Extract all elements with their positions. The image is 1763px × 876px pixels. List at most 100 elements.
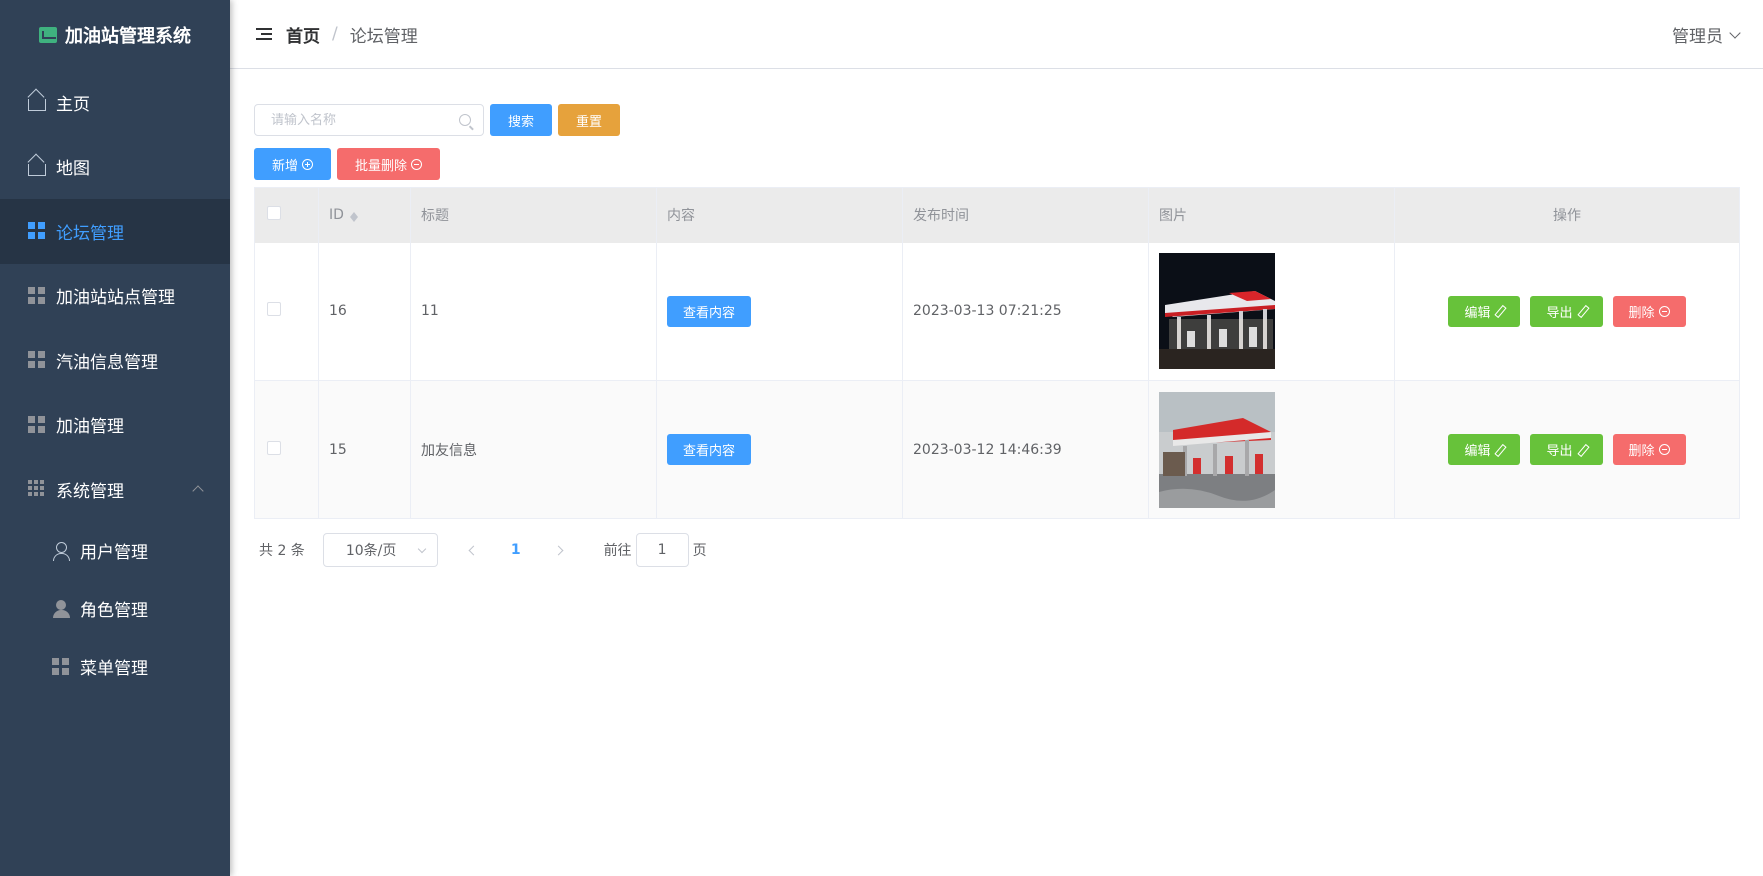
sidebar-subitem-roles[interactable]: 角色管理 [0, 580, 230, 638]
reset-button[interactable]: 重置 [558, 104, 621, 136]
sidebar-item-label: 主页 [56, 94, 90, 115]
chart-logo-icon [39, 27, 57, 43]
sidebar-item-system[interactable]: 系统管理 [0, 457, 230, 522]
user-name: 管理员 [1672, 27, 1723, 47]
sidebar: 加油站管理系统 主页 地图 论坛管理 加油站站点管理 汽油信息管理 加油管理 系… [0, 0, 230, 876]
sidebar-item-label: 系统管理 [56, 481, 124, 502]
export-button[interactable]: 导出 [1530, 295, 1603, 327]
sidebar-item-stations[interactable]: 加油站站点管理 [0, 264, 230, 329]
column-header-id[interactable]: ID [318, 187, 411, 243]
export-button[interactable]: 导出 [1530, 434, 1603, 465]
action-bar: 新增 批量删除 [254, 148, 1740, 180]
chevron-down-icon [1729, 26, 1741, 39]
sidebar-item-refuel[interactable]: 加油管理 [0, 393, 230, 458]
circle-minus-icon [1658, 444, 1670, 455]
sidebar-item-label: 汽油信息管理 [56, 352, 158, 373]
goto-suffix: 页 [692, 543, 707, 559]
batch-delete-label: 批量删除 [355, 158, 408, 174]
batch-delete-button[interactable]: 批量删除 [337, 148, 441, 180]
top-header: 首页 / 论坛管理 管理员 [230, 0, 1763, 69]
edit-icon [1577, 445, 1587, 455]
sidebar-item-label: 加油管理 [56, 417, 124, 438]
circle-minus-icon [411, 158, 423, 170]
view-content-button[interactable]: 查看内容 [667, 295, 752, 327]
page-size-select[interactable]: 10条/页 [322, 533, 438, 567]
apps-icon [28, 480, 46, 498]
cell-id: 16 [318, 242, 411, 381]
pagination: 共 2 条 10条/页 1 前往 页 [254, 533, 1740, 567]
cell-time: 2023-03-12 14:46:39 [902, 380, 1149, 519]
sidebar-item-label: 菜单管理 [80, 659, 148, 679]
edit-icon [1494, 445, 1504, 455]
row-checkbox[interactable] [267, 440, 281, 455]
sidebar-item-label: 论坛管理 [56, 223, 124, 244]
grid-icon [28, 351, 46, 369]
column-header-actions: 操作 [1394, 187, 1740, 243]
sidebar-item-forum[interactable]: 论坛管理 [0, 199, 230, 264]
search-bar: 搜索 重置 [254, 104, 1740, 136]
edit-icon [1494, 306, 1504, 316]
search-input[interactable] [271, 112, 459, 128]
chevron-up-icon [192, 485, 204, 497]
total-count: 共 2 条 [259, 543, 305, 559]
sidebar-item-home[interactable]: 主页 [0, 70, 230, 135]
grid-icon [28, 286, 46, 305]
edit-button[interactable]: 编辑 [1448, 295, 1521, 327]
user-filled-icon [52, 599, 70, 618]
table-row: 15 加友信息 查看内容 2023-03-12 14:46:39 编辑 导出 删… [254, 380, 1740, 519]
table-header-row: ID 标题 内容 发布时间 图片 操作 [254, 187, 1740, 243]
column-header-image: 图片 [1148, 187, 1395, 243]
edit-button[interactable]: 编辑 [1448, 434, 1521, 465]
user-dropdown[interactable]: 管理员 [1672, 0, 1741, 69]
cell-time: 2023-03-13 07:21:25 [902, 242, 1149, 381]
forum-table: ID 标题 内容 发布时间 图片 操作 16 11 查看内容 2023-03-1… [254, 187, 1740, 519]
sidebar-subitem-users[interactable]: 用户管理 [0, 522, 230, 580]
row-checkbox[interactable] [267, 302, 281, 317]
breadcrumb-home[interactable]: 首页 [286, 22, 320, 47]
add-button[interactable]: 新增 [254, 148, 332, 180]
table-row: 16 11 查看内容 2023-03-13 07:21:25 编辑 导出 删除 [254, 242, 1740, 381]
view-content-button[interactable]: 查看内容 [667, 434, 752, 465]
home-icon [28, 163, 46, 176]
grid-icon [28, 222, 46, 240]
goto-label: 前往 [603, 543, 632, 559]
next-page-icon[interactable] [553, 545, 564, 555]
search-icon [459, 114, 471, 126]
cell-title: 11 [410, 242, 657, 381]
cell-id: 15 [318, 380, 411, 519]
select-all-checkbox[interactable] [267, 206, 281, 221]
page-number-current[interactable]: 1 [511, 542, 521, 558]
main-content: 搜索 重置 新增 批量删除 ID 标题 内容 发布时间 图片 操作 [254, 69, 1740, 567]
user-icon [52, 541, 70, 561]
edit-icon [1577, 306, 1587, 316]
sidebar-item-label: 用户管理 [80, 543, 148, 563]
add-button-label: 新增 [272, 158, 299, 174]
sidebar-item-label: 地图 [56, 159, 90, 180]
row-actions: 编辑 导出 删除 [1405, 295, 1729, 327]
menu-fold-icon[interactable] [256, 28, 272, 40]
delete-button[interactable]: 删除 [1612, 295, 1686, 327]
sidebar-item-map[interactable]: 地图 [0, 135, 230, 200]
sidebar-item-label: 加油站站点管理 [56, 288, 175, 309]
cell-title: 加友信息 [410, 380, 657, 519]
delete-button[interactable]: 删除 [1612, 434, 1686, 465]
app-brand: 加油站管理系统 [0, 0, 230, 70]
home-icon [28, 99, 46, 112]
sidebar-subitem-menus[interactable]: 菜单管理 [0, 638, 230, 696]
column-header-content: 内容 [656, 187, 903, 243]
search-button[interactable]: 搜索 [490, 104, 553, 136]
breadcrumb-separator: / [332, 24, 338, 44]
grid-icon [28, 415, 46, 434]
goto-page-input[interactable] [635, 533, 689, 567]
sort-icon[interactable] [349, 208, 359, 223]
search-field[interactable] [254, 104, 484, 136]
column-header-time: 发布时间 [902, 187, 1149, 243]
chevron-down-icon [417, 544, 427, 553]
sidebar-item-gasoline[interactable]: 汽油信息管理 [0, 328, 230, 393]
circle-minus-icon [1658, 305, 1670, 317]
column-header-title: 标题 [410, 187, 657, 243]
prev-page-icon[interactable] [468, 545, 479, 555]
row-actions: 编辑 导出 删除 [1405, 434, 1729, 465]
gas-station-day-image[interactable] [1159, 391, 1275, 508]
gas-station-night-image[interactable] [1159, 253, 1275, 370]
